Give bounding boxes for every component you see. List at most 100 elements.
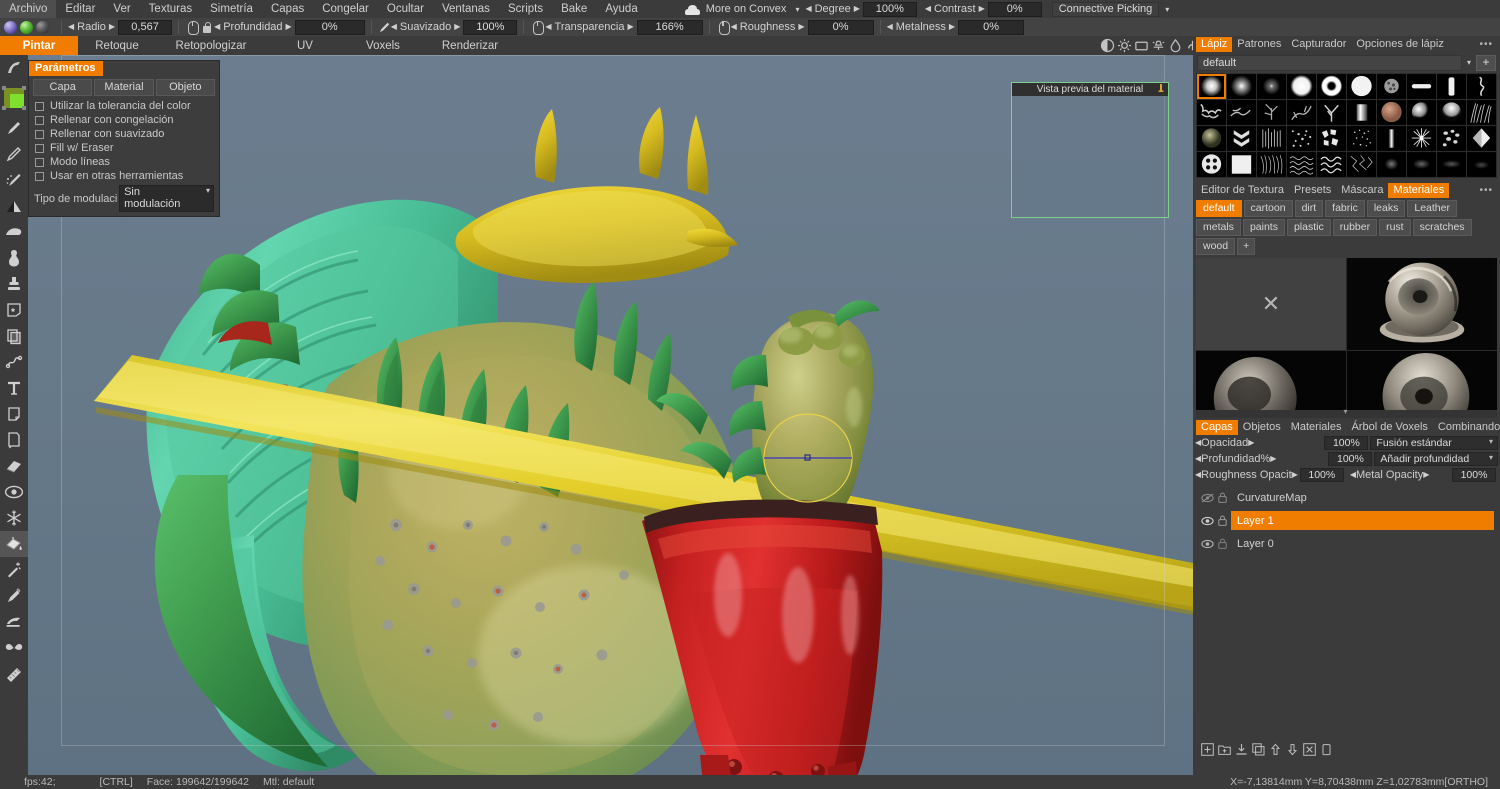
panel-menu-icon[interactable]: ••• [1479,185,1500,196]
brush-cell[interactable] [1437,152,1466,177]
increase-arrow-icon[interactable]: ▶ [627,23,633,31]
increase-arrow-icon[interactable]: ▶ [1292,471,1298,479]
brush-cell[interactable] [1287,126,1316,151]
layer-row-layer1[interactable]: Layer 1 [1193,509,1500,532]
layer-name[interactable]: Layer 0 [1231,534,1494,553]
chip-scratches[interactable]: scratches [1412,219,1472,236]
tab-capturador[interactable]: Capturador [1286,37,1351,52]
tool-sticker[interactable] [0,297,28,323]
increase-arrow-icon[interactable]: ▶ [1248,439,1254,447]
add-category-button[interactable]: + [1237,238,1256,255]
chip-cartoon[interactable]: cartoon [1243,200,1293,217]
lock-icon[interactable] [1218,538,1227,549]
brush-cell[interactable] [1257,126,1286,151]
chip-leaks[interactable]: leaks [1366,200,1406,217]
checkbox-row[interactable]: Usar en otras herramientas [29,169,219,183]
tool-magic-wand[interactable] [0,557,28,583]
light-icon[interactable] [1117,38,1132,53]
blend-mode-select[interactable]: Fusión estándar [1370,436,1498,450]
tool-copy[interactable] [0,323,28,349]
degree-value[interactable]: 100% [862,1,917,17]
tool-eye[interactable] [0,479,28,505]
chevron-down-icon[interactable]: ▾ [789,5,805,14]
tool-page[interactable] [0,427,28,453]
tool-eraser[interactable] [0,453,28,479]
increase-arrow-icon[interactable]: ▶ [949,23,955,31]
depth-control[interactable]: ◀ Profundidad ▶ 0% [214,19,365,35]
radius-control[interactable]: ◀ Radio ▶ 0,567 [68,19,173,35]
room-tab-retopologizar[interactable]: Retopologizar [156,36,266,55]
chip-dirt[interactable]: dirt [1294,200,1324,217]
tab-opciones-de-lapiz[interactable]: Opciones de lápiz [1351,37,1448,52]
segment-material[interactable]: Material [94,79,154,96]
pen-preset-row[interactable]: default ▾ + [1197,54,1496,71]
chip-fabric[interactable]: fabric [1325,200,1365,217]
layer-row-curvaturemap[interactable]: CurvatureMap [1193,486,1500,509]
brush-cell[interactable] [1257,74,1286,99]
brush-cell[interactable] [1197,100,1226,125]
tool-blob[interactable] [0,245,28,271]
brush-cell[interactable] [1377,152,1406,177]
brush-cell[interactable] [1317,126,1346,151]
increase-arrow-icon[interactable]: ▶ [286,23,292,31]
depth-mode-select[interactable]: Añadir profundidad [1374,452,1498,466]
tool-gradient[interactable] [0,193,28,219]
tab-presets[interactable]: Presets [1289,183,1336,198]
brush-cell[interactable] [1347,126,1376,151]
tool-spline[interactable] [0,349,28,375]
right-panel[interactable]: Lápiz Patrones Capturador Opciones de lá… [1193,36,1500,775]
brush-cell[interactable] [1407,126,1436,151]
material-category-chips[interactable]: default cartoon dirt fabric leaks Leathe… [1193,198,1500,256]
brush-cell[interactable] [1347,100,1376,125]
brush-cell[interactable] [1227,74,1256,99]
add-layer-icon[interactable] [1201,742,1214,756]
menu-simetria[interactable]: Simetría [201,0,262,18]
clear-layer-icon[interactable] [1303,742,1316,756]
tool-smudge[interactable] [0,609,28,635]
tab-editor-de-textura[interactable]: Editor de Textura [1196,183,1289,198]
brush-cell[interactable] [1197,152,1226,177]
roughness-metal-row[interactable]: ◀ Roughness Opacit ▶ 100% ◀ Metal Opacit… [1193,467,1500,483]
depth-percent-value[interactable]: 100% [1328,452,1373,466]
brush-cell[interactable] [1257,152,1286,177]
menu-texturas[interactable]: Texturas [140,0,201,18]
pin-icon[interactable] [1158,84,1164,94]
pen-pressure-icon[interactable] [718,20,730,35]
drop-icon[interactable] [1168,38,1183,53]
color-sphere-secondary[interactable] [20,20,33,34]
tab-arbol-de-voxels[interactable]: Árbol de Voxels [1346,420,1432,435]
tab-materiales[interactable]: Materiales [1388,182,1450,198]
smoothing-value[interactable]: 100% [463,19,518,35]
increase-arrow-icon[interactable]: ▶ [798,23,804,31]
menu-bar[interactable]: Archivo Editar Ver Texturas Simetría Cap… [0,0,1500,18]
tool-symmetry[interactable] [0,635,28,661]
brush-cell[interactable] [1467,152,1496,177]
tab-mascara[interactable]: Máscara [1336,183,1388,198]
brush-cell[interactable] [1377,100,1406,125]
material-grid-scrollbar[interactable] [1196,407,1497,418]
segment-objeto[interactable]: Objeto [155,79,215,96]
contrast-value[interactable]: 0% [987,1,1042,17]
material-preview-panel[interactable]: Vista previa del material [1011,82,1169,218]
transparency-value[interactable]: 166% [636,19,703,35]
lock-icon[interactable] [1218,492,1227,503]
layer-action-buttons[interactable] [1193,739,1500,759]
layer-name[interactable]: Layer 1 [1231,511,1494,530]
tool-spray[interactable] [0,167,28,193]
duplicate-icon[interactable] [1252,742,1265,756]
brush-cell[interactable] [1407,74,1436,99]
tab-objetos[interactable]: Objetos [1238,420,1286,435]
menu-bake[interactable]: Bake [552,0,596,18]
checkbox-row[interactable]: Rellenar con congelación [29,113,219,127]
parameters-panel[interactable]: Parámetros Capa Material Objeto Utilizar… [28,60,220,217]
tool-brush[interactable] [0,115,28,141]
tool-fill[interactable] [0,531,28,557]
pen-pressure-icon[interactable] [532,20,545,35]
chip-leather[interactable]: Leather [1407,200,1457,217]
checkbox-row[interactable]: Modo líneas [29,155,219,169]
tab-combinando[interactable]: Combinando [1433,420,1500,435]
brush-cell[interactable] [1287,152,1316,177]
material-cell[interactable] [1196,350,1346,410]
brush-cell[interactable] [1437,100,1466,125]
brush-cell[interactable] [1257,100,1286,125]
